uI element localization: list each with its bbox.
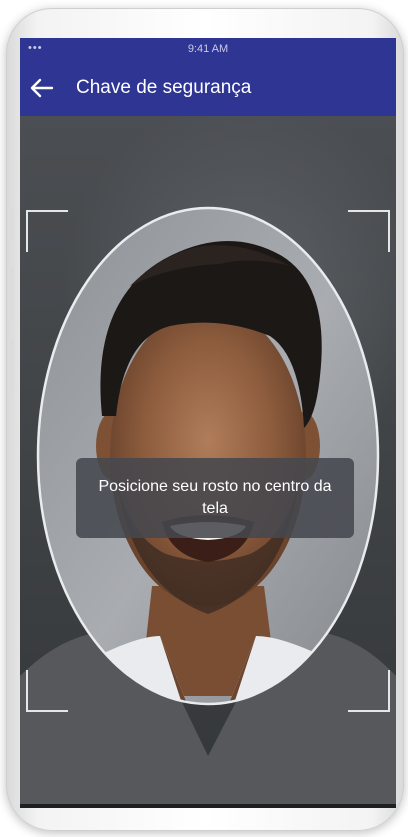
frame-corner-bottom-right xyxy=(348,670,390,712)
bottom-edge xyxy=(20,804,396,808)
instruction-message: Posicione seu rosto no centro da tela xyxy=(76,458,354,538)
phone-screen: ••• 9:41 AM Chave de segurança Posicione… xyxy=(20,38,396,808)
arrow-left-icon[interactable] xyxy=(28,76,54,100)
volume-button xyxy=(8,208,14,242)
volume-up-button xyxy=(8,266,14,322)
camera-preview: Posicione seu rosto no centro da tela xyxy=(20,116,396,808)
frame-corner-bottom-left xyxy=(26,670,68,712)
frame-corner-top-right xyxy=(348,210,390,252)
volume-down-button xyxy=(8,338,14,394)
app-bar: Chave de segurança xyxy=(20,60,396,116)
status-bar: ••• 9:41 AM xyxy=(20,38,396,60)
status-time: 9:41 AM xyxy=(187,43,229,55)
frame-corner-top-left xyxy=(26,210,68,252)
page-title: Chave de segurança xyxy=(76,77,252,98)
